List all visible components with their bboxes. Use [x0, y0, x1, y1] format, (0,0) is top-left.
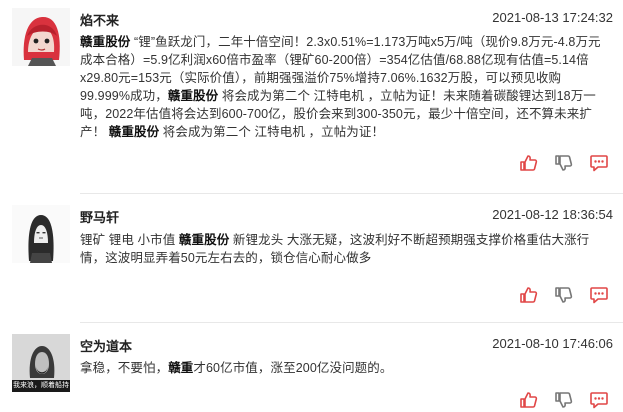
- thumbs-up-icon: [520, 155, 538, 171]
- comment-icon: [590, 155, 608, 172]
- author-name[interactable]: 焰不来: [80, 10, 119, 29]
- stock-link[interactable]: 赣重股份: [80, 35, 130, 49]
- post-text: 才60亿市值，涨至200亿没问题的。: [193, 361, 393, 375]
- dislike-button[interactable]: [554, 153, 574, 173]
- avatar-caption: 我来浪，顺着船持: [13, 382, 69, 389]
- stock-link[interactable]: 赣重股份: [179, 233, 229, 247]
- post-text: 锂矿 锂电 小市值: [80, 233, 179, 247]
- comment-post: 焰不来 2021-08-13 17:24:32 赣重股份 “锂”鱼跃龙门，二年十…: [0, 0, 623, 190]
- author-name[interactable]: 空为道本: [80, 336, 132, 355]
- post-timestamp: 2021-08-13 17:24:32: [492, 10, 613, 25]
- reply-button[interactable]: [589, 153, 609, 173]
- like-button[interactable]: [519, 153, 539, 173]
- stock-link[interactable]: 赣重股份: [168, 89, 218, 103]
- thumbs-up-icon: [520, 392, 538, 408]
- post-actions: [511, 285, 611, 305]
- thumbs-up-icon: [520, 287, 538, 303]
- avatar[interactable]: [12, 205, 70, 263]
- post-body: 锂矿 锂电 小市值 赣重股份 新锂龙头 大涨无疑，这波利好不断超预期强支撑价格重…: [80, 231, 610, 267]
- thumbs-down-icon: [555, 392, 573, 408]
- post-body: 拿稳，不要怕，赣重才60亿市值，涨至200亿没问题的。: [80, 359, 610, 377]
- dislike-button[interactable]: [554, 285, 574, 305]
- comment-icon: [590, 392, 608, 409]
- red-haired-girl-avatar-icon: [12, 8, 70, 66]
- dislike-button[interactable]: [554, 390, 574, 410]
- post-actions: [511, 153, 611, 173]
- comment-post: 野马轩 2021-08-12 18:36:54 锂矿 锂电 小市值 赣重股份 新…: [0, 198, 623, 318]
- reply-button[interactable]: [589, 390, 609, 410]
- sketch-person-avatar-icon: [12, 205, 70, 263]
- comment-icon: [590, 287, 608, 304]
- post-actions: [511, 390, 611, 410]
- post-timestamp: 2021-08-10 17:46:06: [492, 336, 613, 351]
- thumbs-down-icon: [555, 155, 573, 171]
- like-button[interactable]: [519, 390, 539, 410]
- post-body: 赣重股份 “锂”鱼跃龙门，二年十倍空间！2.3x0.51%=1.173万吨x5万…: [80, 33, 610, 141]
- post-text: 拿稳，不要怕，: [80, 361, 169, 375]
- like-button[interactable]: [519, 285, 539, 305]
- avatar[interactable]: 我来浪，顺着船持: [12, 334, 70, 392]
- avatar[interactable]: [12, 8, 70, 66]
- post-divider: [80, 193, 623, 194]
- stock-link[interactable]: 赣重股份: [109, 125, 159, 139]
- reply-button[interactable]: [589, 285, 609, 305]
- post-timestamp: 2021-08-12 18:36:54: [492, 207, 613, 222]
- thumbs-down-icon: [555, 287, 573, 303]
- author-name[interactable]: 野马轩: [80, 207, 119, 226]
- stock-link[interactable]: 赣重: [168, 361, 193, 375]
- post-divider: [80, 322, 623, 323]
- comment-post: 我来浪，顺着船持 空为道本 2021-08-10 17:46:06 拿稳，不要怕…: [0, 326, 623, 412]
- post-text: 将会成为第二个 江特电机 ，立帖为证！: [159, 125, 385, 139]
